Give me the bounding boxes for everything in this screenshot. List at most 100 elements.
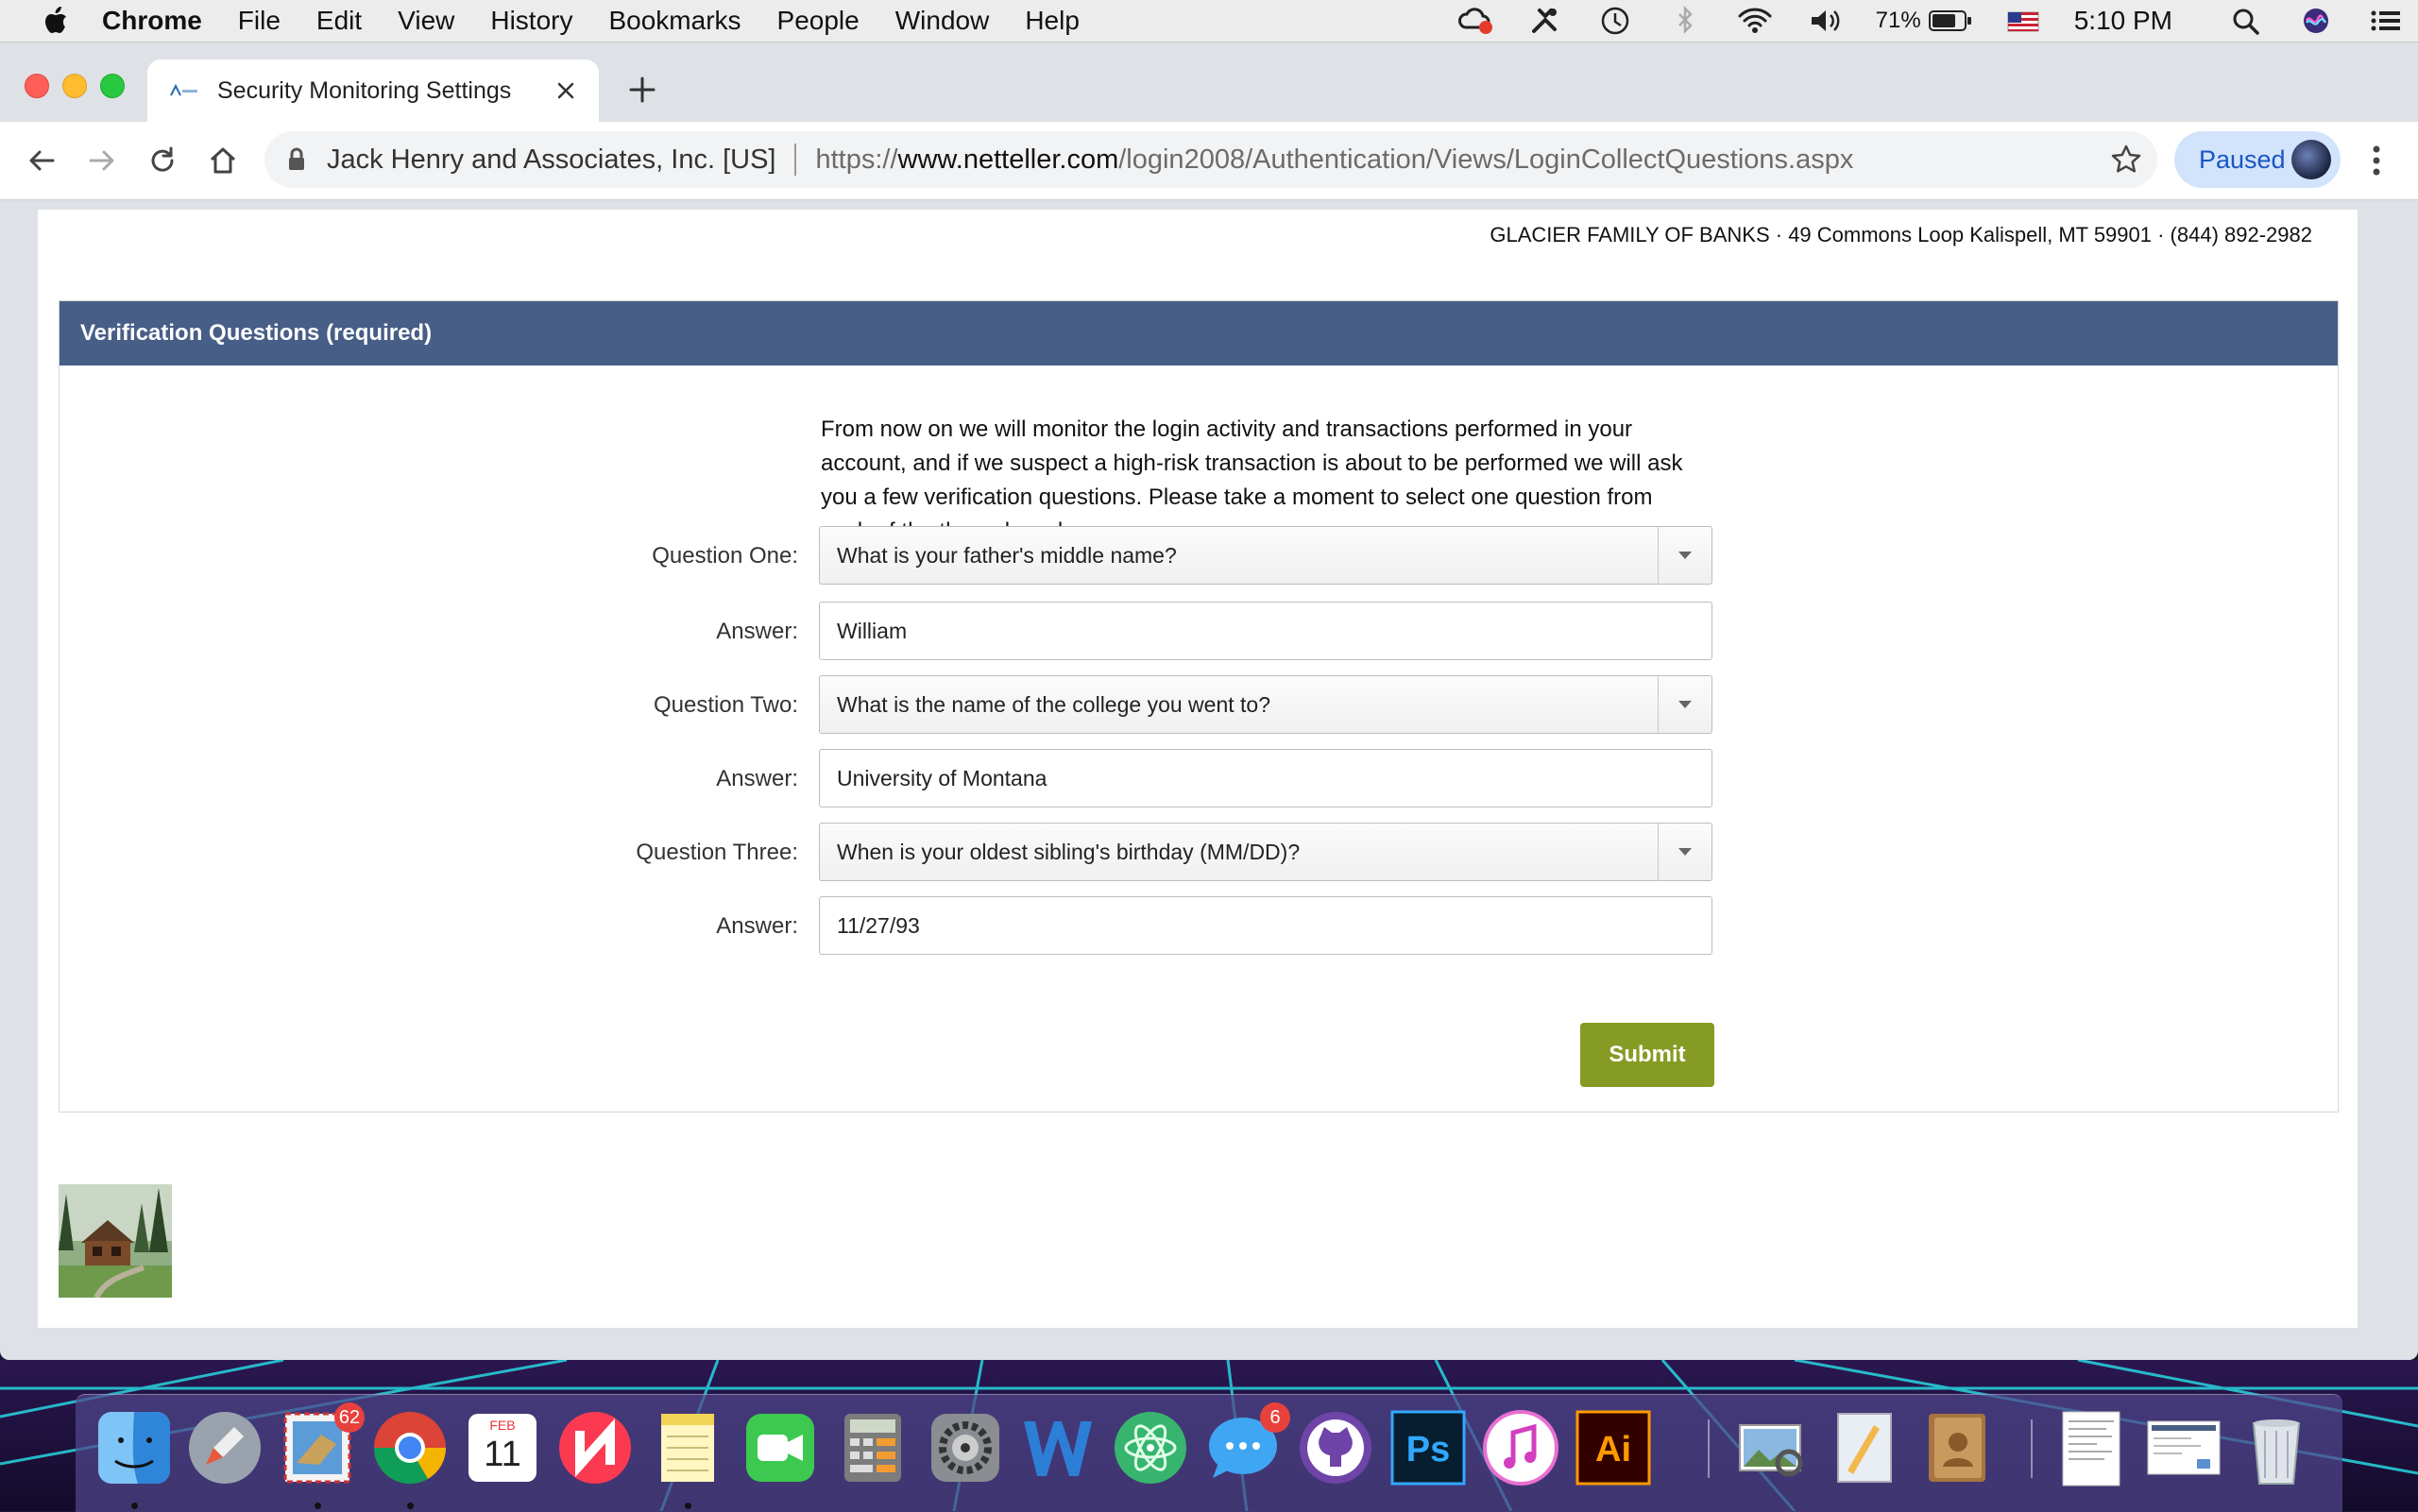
- address-bar[interactable]: Jack Henry and Associates, Inc. [US] htt…: [264, 131, 2157, 188]
- submit-button[interactable]: Submit: [1580, 1023, 1714, 1087]
- volume-icon[interactable]: [1806, 5, 1844, 37]
- calculator-icon[interactable]: [833, 1408, 912, 1487]
- answer-three-input[interactable]: 11/27/93: [819, 896, 1712, 955]
- notes-icon[interactable]: [648, 1408, 727, 1487]
- url-text[interactable]: https://www.netteller.com/login2008/Auth…: [815, 144, 1853, 176]
- mail-running-indicator: [315, 1503, 321, 1509]
- more-menu-icon[interactable]: [2367, 142, 2386, 179]
- chrome-window: Security Monitoring Settings Jack Henry …: [0, 42, 2418, 1360]
- menu-clock[interactable]: 5:10 PM: [2074, 6, 2172, 36]
- profile-paused-button[interactable]: Paused: [2174, 131, 2341, 188]
- question-three-value: When is your oldest sibling's birthday (…: [837, 839, 1301, 864]
- tab-strip: Security Monitoring Settings: [0, 42, 2418, 122]
- chevron-down-icon: [1678, 701, 1692, 708]
- browser-toolbar: Jack Henry and Associates, Inc. [US] htt…: [0, 122, 2418, 200]
- us-flag-icon[interactable]: [2004, 5, 2042, 37]
- news-icon[interactable]: [555, 1408, 635, 1487]
- system-preferences-icon[interactable]: [926, 1408, 1005, 1487]
- url-host: www.netteller.com: [897, 144, 1119, 175]
- menu-view[interactable]: View: [398, 6, 454, 36]
- zoom-window-button[interactable]: [100, 74, 125, 98]
- chrome-running-indicator: [407, 1503, 414, 1509]
- lock-icon[interactable]: [287, 147, 306, 172]
- calendar-month: FEB: [489, 1418, 516, 1433]
- menu-edit[interactable]: Edit: [316, 6, 362, 36]
- menu-file[interactable]: File: [238, 6, 281, 36]
- svg-text:Ai: Ai: [1595, 1430, 1631, 1470]
- question-three-select[interactable]: When is your oldest sibling's birthday (…: [819, 823, 1712, 881]
- menu-people[interactable]: People: [777, 6, 860, 36]
- menu-app-chrome[interactable]: Chrome: [102, 6, 202, 36]
- profile-status-label: Paused: [2199, 144, 2286, 174]
- mail-badge: 62: [334, 1402, 365, 1433]
- answer-two-row: Answer: University of Montana: [60, 749, 2338, 809]
- facetime-icon[interactable]: [741, 1408, 820, 1487]
- cabin-photo: [59, 1184, 172, 1298]
- finder-icon[interactable]: [94, 1408, 174, 1487]
- dock-separator-2: [2031, 1419, 2033, 1478]
- menu-history[interactable]: History: [490, 6, 572, 36]
- menu-bookmarks[interactable]: Bookmarks: [608, 6, 741, 36]
- messages-app[interactable]: 6: [1203, 1402, 1290, 1487]
- calendar-app[interactable]: FEB 11: [463, 1408, 542, 1487]
- back-arrow-icon[interactable]: [25, 144, 59, 178]
- screenshot-thumbnail-icon[interactable]: [2144, 1408, 2223, 1487]
- question-two-label: Question Two:: [654, 692, 798, 718]
- launchpad-icon[interactable]: [185, 1408, 264, 1487]
- answer-one-row: Answer: William: [60, 602, 2338, 662]
- bookmark-star-icon[interactable]: [2110, 144, 2142, 176]
- itunes-icon[interactable]: [1481, 1408, 1560, 1487]
- creative-cloud-icon[interactable]: [1456, 5, 1494, 37]
- word-w-icon[interactable]: [1018, 1408, 1098, 1487]
- battery-status[interactable]: 71%: [1876, 8, 1972, 34]
- certificate-organization[interactable]: Jack Henry and Associates, Inc. [US]: [327, 144, 775, 176]
- question-one-dropdown-toggle[interactable]: [1658, 526, 1711, 585]
- wifi-icon[interactable]: [1736, 5, 1774, 37]
- question-one-row: Question One: What is your father's midd…: [60, 526, 2338, 586]
- url-path: /login2008/Authentication/Views/LoginCol…: [1118, 144, 1854, 175]
- preview-icon[interactable]: [1732, 1408, 1812, 1487]
- notes-running-indicator: [685, 1503, 691, 1509]
- document-thumbnail-icon[interactable]: [2052, 1408, 2131, 1487]
- wrench-puzzle-icon[interactable]: [1526, 5, 1564, 37]
- answer-two-input[interactable]: University of Montana: [819, 749, 1712, 807]
- tab-title: Security Monitoring Settings: [217, 76, 512, 104]
- script-editor-icon[interactable]: [1825, 1408, 1904, 1487]
- question-two-dropdown-toggle[interactable]: [1658, 675, 1711, 734]
- spotlight-search-icon[interactable]: [2227, 5, 2265, 37]
- question-three-row: Question Three: When is your oldest sibl…: [60, 823, 2338, 883]
- menu-window[interactable]: Window: [895, 6, 990, 36]
- forward-arrow-icon[interactable]: [85, 144, 119, 178]
- siri-icon[interactable]: [2297, 5, 2335, 37]
- question-three-dropdown-toggle[interactable]: [1658, 823, 1711, 881]
- question-one-select[interactable]: What is your father's middle name?: [819, 526, 1712, 585]
- new-tab-icon[interactable]: [627, 75, 657, 105]
- chrome-icon[interactable]: [370, 1408, 450, 1487]
- trash-icon[interactable]: [2237, 1408, 2316, 1487]
- contacts-icon[interactable]: [1917, 1408, 1997, 1487]
- messages-badge: 6: [1260, 1402, 1290, 1433]
- page-viewport: GLACIER FAMILY OF BANKS · 49 Commons Loo…: [0, 200, 2418, 1360]
- close-tab-icon[interactable]: [553, 78, 578, 103]
- atom-icon[interactable]: [1111, 1408, 1190, 1487]
- github-icon[interactable]: [1296, 1408, 1375, 1487]
- answer-one-input[interactable]: William: [819, 602, 1712, 660]
- close-window-button[interactable]: [25, 74, 49, 98]
- tab-security-monitoring[interactable]: Security Monitoring Settings: [147, 59, 599, 122]
- home-icon[interactable]: [206, 144, 240, 178]
- reload-icon[interactable]: [145, 144, 179, 178]
- time-machine-icon[interactable]: [1596, 5, 1634, 37]
- photoshop-icon[interactable]: Ps: [1388, 1408, 1468, 1487]
- minimize-window-button[interactable]: [62, 74, 87, 98]
- question-three-label: Question Three:: [636, 840, 798, 865]
- bluetooth-icon[interactable]: [1666, 5, 1704, 37]
- mail-app[interactable]: 62: [278, 1402, 365, 1487]
- dock-separator: [1708, 1419, 1710, 1478]
- notification-center-icon[interactable]: [2367, 5, 2405, 37]
- illustrator-icon[interactable]: Ai: [1574, 1408, 1653, 1487]
- question-two-select[interactable]: What is the name of the college you went…: [819, 675, 1712, 734]
- profile-avatar: [2291, 140, 2331, 179]
- menu-help[interactable]: Help: [1025, 6, 1080, 36]
- menu-bar: Chrome File Edit View History Bookmarks …: [0, 0, 2418, 42]
- apple-icon[interactable]: [38, 5, 76, 37]
